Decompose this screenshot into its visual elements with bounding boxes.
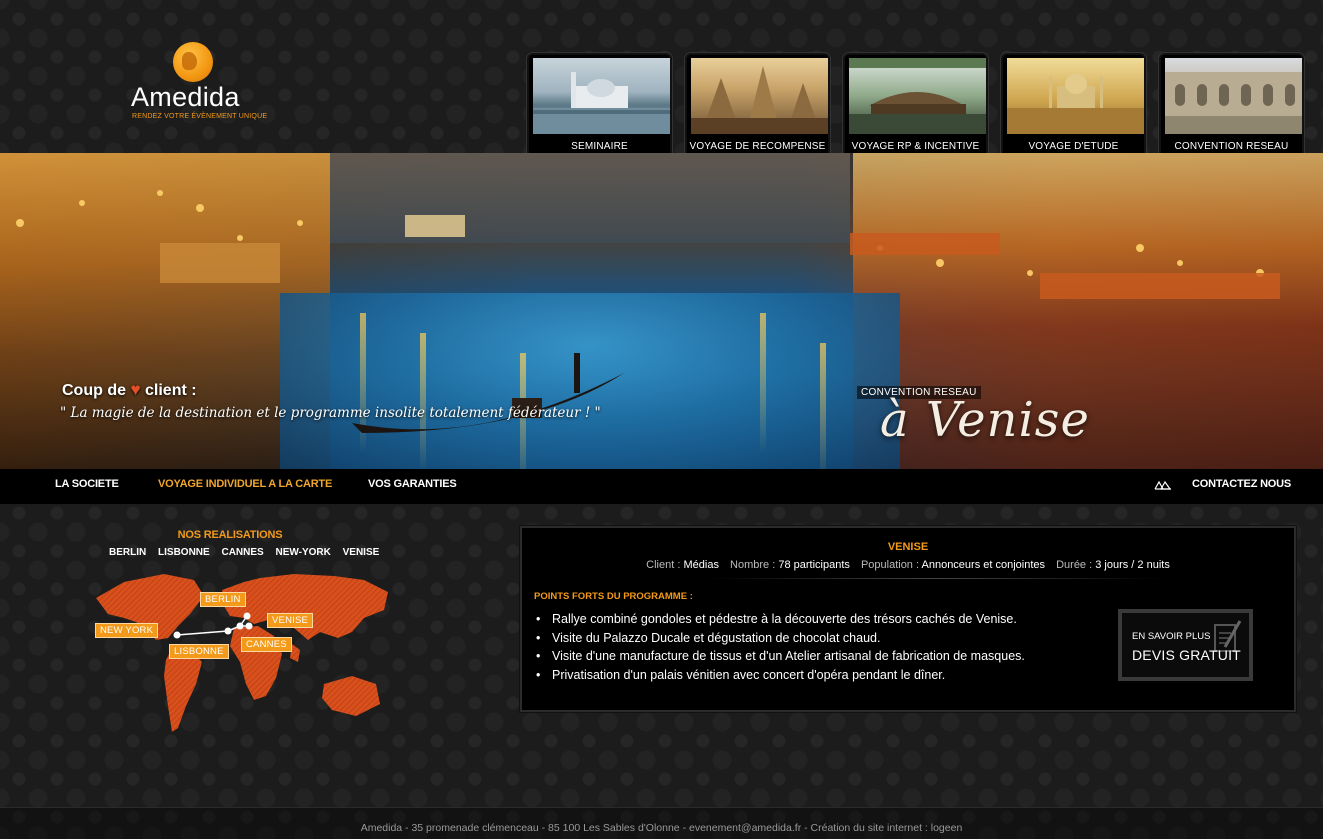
divider [707,578,1164,579]
map-marker-berlin [243,612,251,620]
logo-name: Amedida [131,82,240,112]
list-item: Privatisation d'un palais vénitien avec … [550,666,1025,685]
heart-icon: ♥ [130,380,141,399]
map-marker-lisbonne [224,627,232,635]
map-label-berlin[interactable]: BERLIN [200,592,246,607]
map-label-cannes[interactable]: CANNES [241,637,292,652]
category-voyage-etude[interactable]: VOYAGE D'ETUDE [1001,53,1146,160]
devis-label-small: EN SAVOIR PLUS [1132,631,1211,642]
points-forts-list: Rallye combiné gondoles et pédestre à la… [550,610,1025,684]
nav-voyage-individuel[interactable]: VOYAGE INDIVIDUEL A LA CARTE [158,478,332,490]
map-label-lisbonne[interactable]: LISBONNE [169,644,229,659]
nav-contactez-nous[interactable]: CONTACTEZ NOUS [1192,478,1291,490]
panel-title: VENISE [887,541,929,553]
category-convention-reseau[interactable]: CONVENTION RESEAU [1159,53,1304,160]
hero-quote: " La magie de la destination et le progr… [60,405,601,421]
globe-icon [173,42,213,82]
map-label-new-york[interactable]: NEW YORK [95,623,159,638]
category-image [1007,58,1144,134]
city-link-cannes[interactable]: CANNES [221,547,263,558]
city-link-lisbonne[interactable]: LISBONNE [158,547,210,558]
category-seminaire[interactable]: SEMINAIRE [527,53,672,160]
list-item: Visite d'une manufacture de tissus et d'… [550,647,1025,666]
footer: Amedida - 35 promenade clémenceau - 85 1… [0,807,1323,839]
devis-label-main: DEVIS GRATUIT [1132,647,1241,663]
category-image [691,58,828,134]
main-nav: LA SOCIETE VOYAGE INDIVIDUEL A LA CARTE … [0,469,1323,504]
list-item: Rallye combiné gondoles et pédestre à la… [550,610,1025,629]
city-link-berlin[interactable]: BERLIN [109,547,146,558]
hero-banner [0,153,1323,469]
map-marker-cannes [236,622,244,630]
city-link-venise[interactable]: VENISE [343,547,380,558]
category-image [1165,58,1302,134]
map-marker-new-york [173,631,181,639]
hero-quote-title: Coup de ♥ client : [62,380,197,399]
category-voyage-rp-incentive[interactable]: VOYAGE RP & INCENTIVE [843,53,988,160]
hero-destination: à Venise [880,392,1090,448]
list-item: Visite du Palazzo Ducale et dégustation … [550,629,1025,648]
map-marker-venise [245,622,253,630]
points-forts-title: POINTS FORTS DU PROGRAMME : [534,591,693,602]
logo-tagline: RENDEZ VOTRE ÉVÈNEMENT UNIQUE [132,113,268,120]
city-link-new-york[interactable]: NEW-YORK [275,547,330,558]
nav-la-societe[interactable]: LA SOCIETE [55,478,119,490]
world-map: BERLIN VENISE NEW YORK LISBONNE CANNES [94,566,394,736]
realisations-title: NOS REALISATIONS [177,529,283,541]
devis-gratuit-button[interactable]: EN SAVOIR PLUS DEVIS GRATUIT [1118,609,1253,681]
category-image [533,58,670,134]
gondola [352,353,624,433]
category-voyage-recompense[interactable]: VOYAGE DE RECOMPENSE [685,53,830,160]
realisations-cities: BERLIN LISBONNE CANNES NEW-YORK VENISE [109,547,386,558]
panel-meta: Client : Médias Nombre : 78 participants… [646,559,1170,571]
mountains-icon [1154,480,1172,490]
footer-text: Amedida - 35 promenade clémenceau - 85 1… [360,822,963,834]
category-image [849,58,986,134]
site-logo[interactable]: Amedida RENDEZ VOTRE ÉVÈNEMENT UNIQUE [130,40,267,125]
nav-vos-garanties[interactable]: VOS GARANTIES [368,478,457,490]
map-label-venise[interactable]: VENISE [267,613,314,628]
hero-lights [16,190,1280,299]
destination-panel: VENISE Client : Médias Nombre : 78 parti… [520,526,1296,712]
